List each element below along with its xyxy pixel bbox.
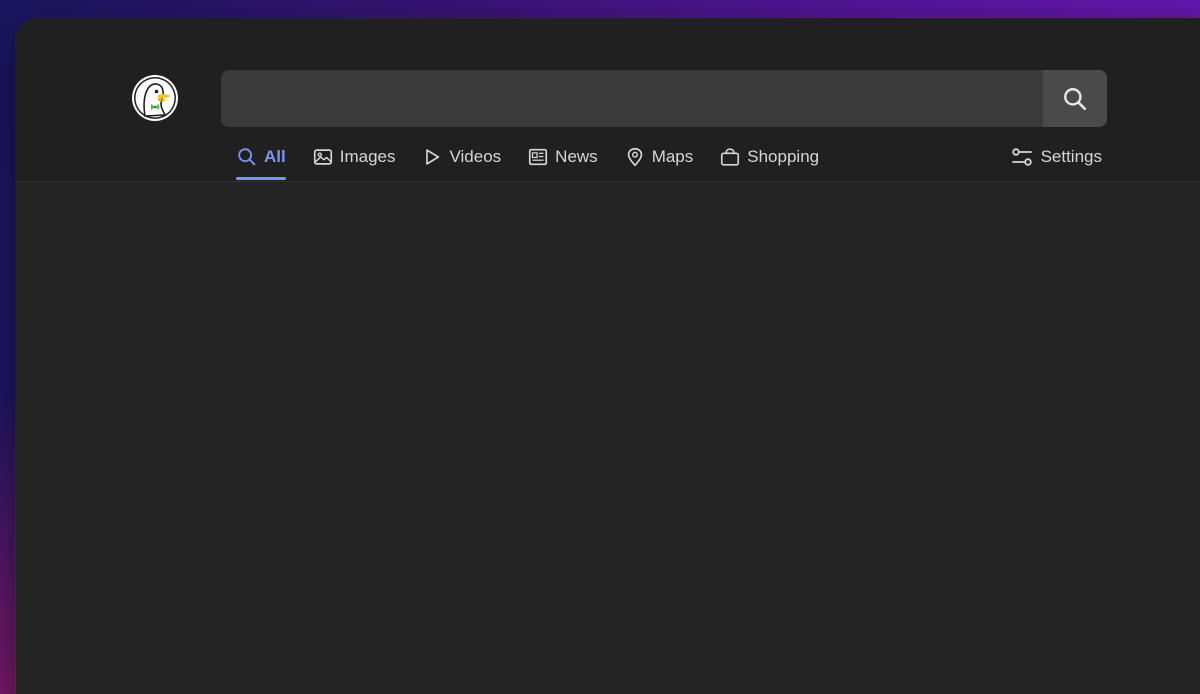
tab-label: Maps — [651, 147, 694, 166]
search-input[interactable] — [221, 70, 1041, 127]
settings-label: Settings — [1040, 147, 1102, 166]
tab-maps[interactable]: Maps — [624, 142, 694, 172]
search-tabs: All Images Videos News Maps Shopping — [236, 142, 845, 181]
duck-icon — [132, 75, 178, 121]
sliders-icon — [1011, 148, 1032, 166]
search-icon — [1064, 87, 1087, 110]
map-pin-icon — [627, 147, 642, 167]
tab-videos[interactable]: Videos — [421, 142, 501, 172]
duckduckgo-logo[interactable] — [131, 74, 179, 122]
settings-button[interactable]: Settings — [1010, 142, 1102, 172]
search-header: All Images Videos News Maps Shopping Set… — [16, 18, 1200, 182]
tab-news[interactable]: News — [527, 142, 598, 172]
results-area — [16, 182, 1200, 694]
browser-window: All Images Videos News Maps Shopping Set… — [16, 18, 1200, 694]
image-icon — [313, 149, 332, 165]
newspaper-icon — [529, 148, 548, 166]
play-icon — [426, 149, 440, 165]
search-icon — [238, 148, 256, 166]
tab-shopping[interactable]: Shopping — [719, 142, 819, 172]
search-bar — [221, 70, 1107, 127]
tab-label: All — [264, 147, 286, 166]
search-button[interactable] — [1043, 70, 1107, 127]
tab-label: Images — [339, 147, 396, 166]
tab-images[interactable]: Images — [312, 142, 396, 172]
shopping-bag-icon — [721, 148, 740, 166]
tab-label: Shopping — [747, 147, 820, 166]
tab-all[interactable]: All — [236, 142, 286, 180]
tab-label: News — [555, 147, 598, 166]
tab-label: Videos — [449, 147, 502, 166]
